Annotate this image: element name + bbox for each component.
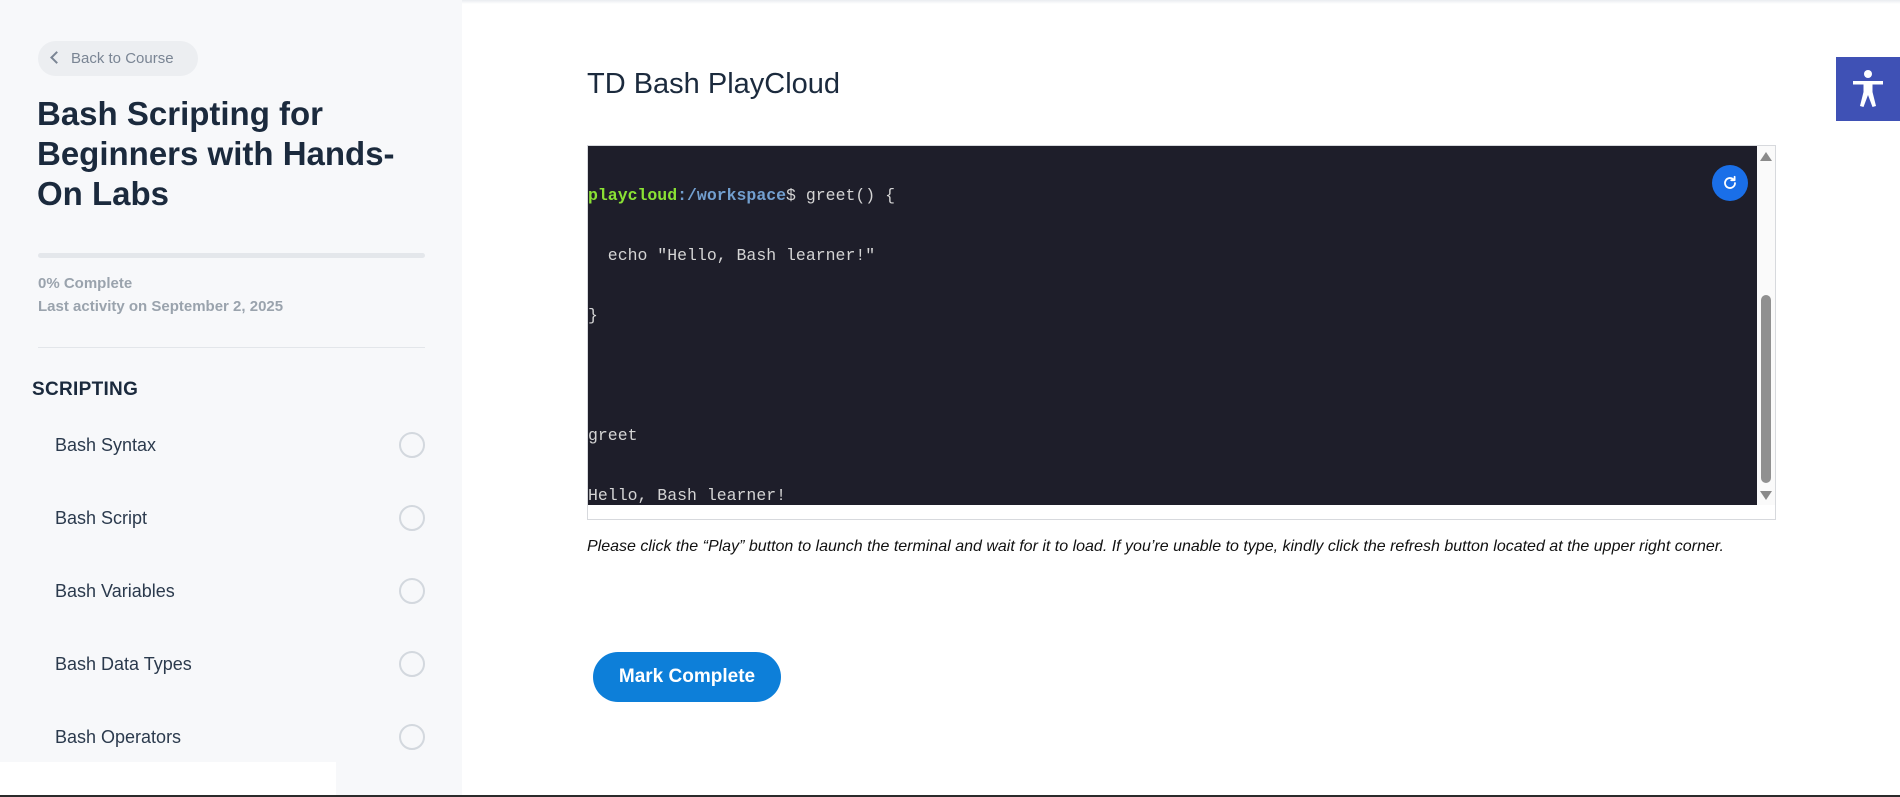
progress-percent-text: 0% Complete (38, 275, 133, 292)
lesson-status-circle-icon[interactable] (399, 505, 425, 531)
lesson-label: Bash Syntax (55, 434, 157, 455)
course-progress-bar (38, 253, 425, 258)
refresh-terminal-button[interactable] (1712, 165, 1748, 201)
course-sidebar: Back to Course Bash Scripting for Beginn… (0, 0, 462, 797)
lesson-status-circle-icon[interactable] (399, 578, 425, 604)
sidebar-footer-gap (0, 762, 336, 797)
mark-complete-button[interactable]: Mark Complete (593, 652, 781, 702)
section-title-scripting: SCRIPTING (32, 379, 139, 400)
scrollbar-thumb[interactable] (1761, 295, 1771, 483)
terminal-line: greet (588, 426, 638, 445)
refresh-icon (1724, 175, 1736, 189)
prompt-path: :/workspace (677, 186, 787, 205)
lesson-item-bash-variables[interactable]: Bash Variables (38, 569, 425, 613)
terminal-hint-text: Please click the “Play” button to launch… (587, 538, 1724, 555)
terminal-line: echo "Hello, Bash learner!" (588, 246, 876, 265)
lesson-item-bash-data-types[interactable]: Bash Data Types (38, 642, 425, 686)
scroll-down-arrow-icon[interactable] (1760, 491, 1772, 500)
terminal-line: playcloud:/workspace$ greet() { (588, 186, 1757, 206)
lesson-label: Bash Data Types (55, 653, 192, 674)
chevron-left-icon (50, 51, 63, 64)
lesson-label: Bash Script (55, 507, 148, 528)
prompt-user: playcloud (588, 186, 678, 205)
terminal-command: greet() { (805, 186, 895, 205)
lesson-status-circle-icon[interactable] (399, 432, 425, 458)
terminal-line: } (588, 306, 598, 325)
lesson-item-bash-operators[interactable]: Bash Operators (38, 715, 425, 759)
terminal-line: Hello, Bash learner! (588, 486, 787, 505)
lesson-item-bash-script[interactable]: Bash Script (38, 496, 425, 540)
sidebar-divider (38, 347, 425, 348)
back-to-course-label: Back to Course (71, 50, 174, 67)
terminal[interactable]: playcloud:/workspace$ greet() { echo "He… (588, 146, 1757, 505)
terminal-scrollbar[interactable] (1757, 146, 1775, 505)
lesson-label: Bash Operators (55, 726, 182, 747)
page-title: TD Bash PlayCloud (587, 68, 841, 100)
accessibility-button[interactable] (1836, 57, 1900, 121)
lesson-status-circle-icon[interactable] (399, 724, 425, 750)
course-title: Bash Scripting for Beginners with Hands-… (37, 95, 395, 212)
prompt-symbol: $ (786, 186, 806, 205)
lesson-label: Bash Variables (55, 580, 175, 601)
scroll-up-arrow-icon[interactable] (1760, 152, 1772, 161)
accessibility-icon (1853, 70, 1883, 107)
last-activity-text: Last activity on September 2, 2025 (38, 298, 284, 315)
lesson-item-bash-syntax[interactable]: Bash Syntax (38, 423, 425, 467)
back-to-course-button[interactable]: Back to Course (38, 41, 198, 76)
lesson-status-circle-icon[interactable] (399, 651, 425, 677)
